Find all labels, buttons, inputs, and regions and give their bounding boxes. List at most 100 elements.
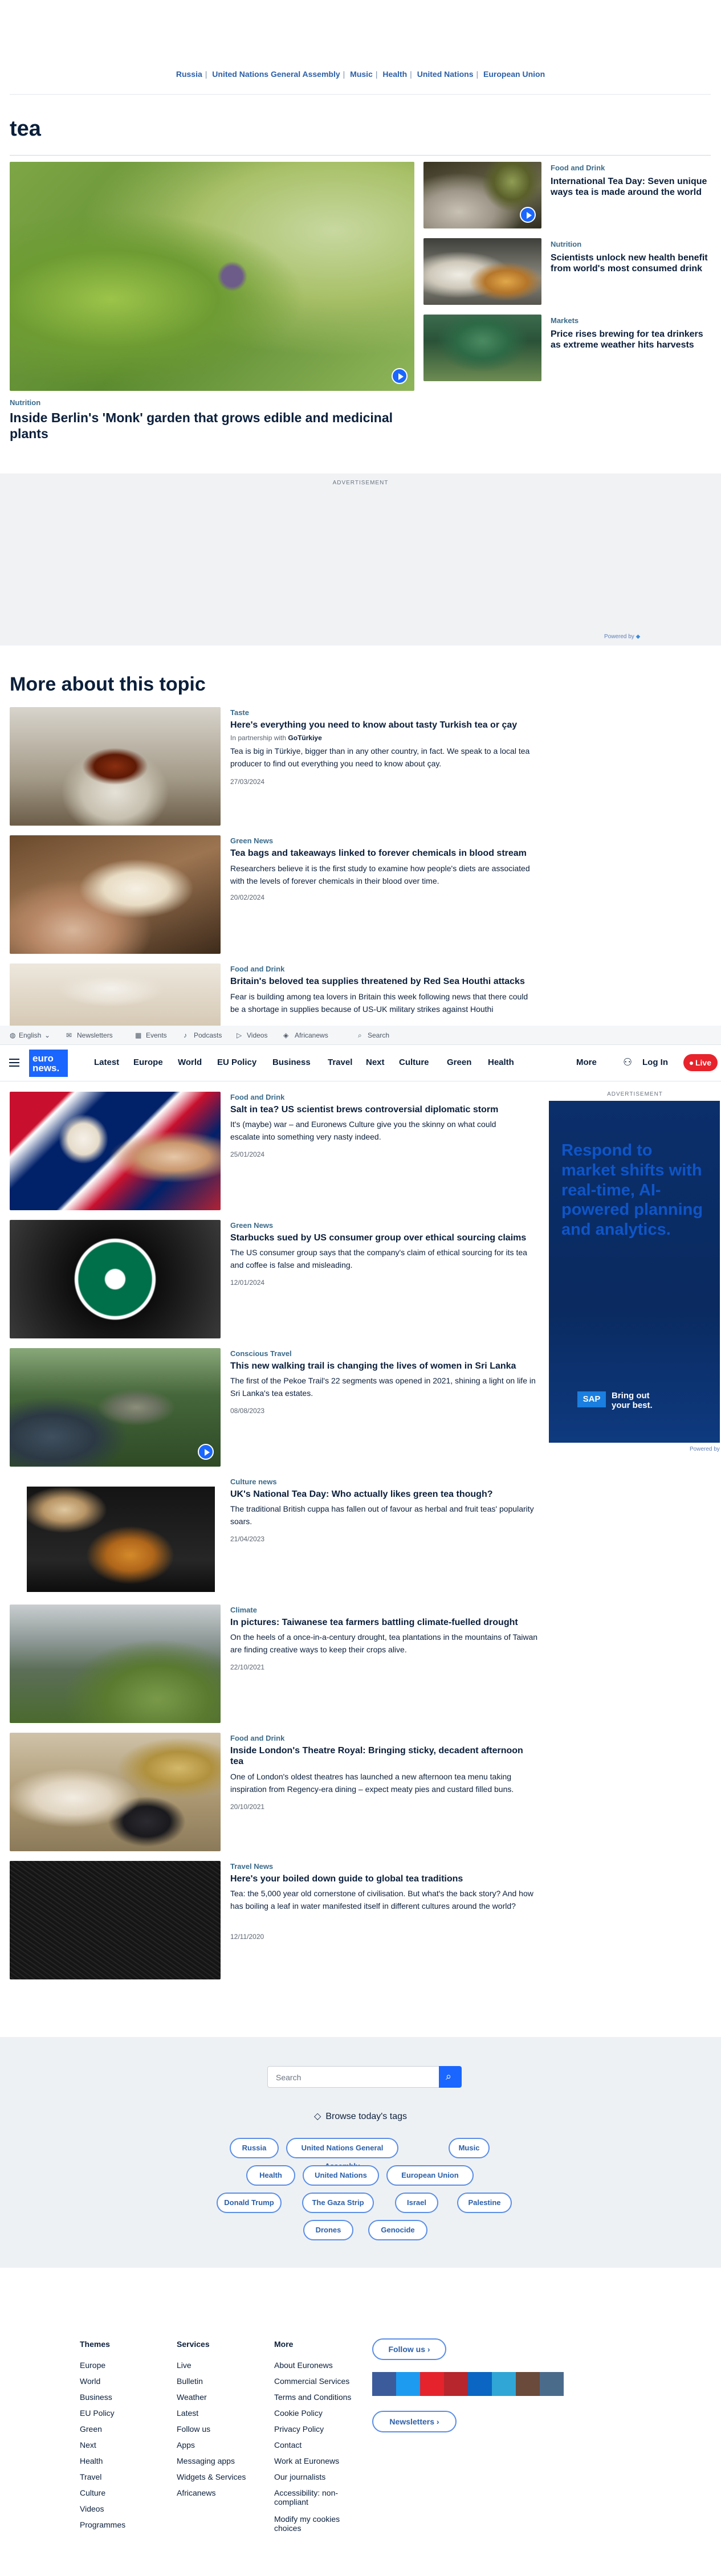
article-title[interactable]: Salt in tea? US scientist brews controve… [230,1104,538,1115]
footer-link[interactable]: Bulletin [177,2377,203,2386]
tag-pill[interactable]: United Nations [303,2165,379,2186]
hero-image[interactable] [10,162,414,391]
live-button[interactable]: Live [683,1054,718,1071]
nav-item[interactable]: Travel [328,1058,352,1067]
footer-link[interactable]: Our journalists [274,2472,325,2481]
footer-link[interactable]: Messaging apps [177,2456,235,2465]
tag-pill[interactable]: European Union [386,2165,474,2186]
social-icon[interactable] [516,2372,540,2396]
side-ad-banner[interactable]: Respond to market shifts with real-time,… [549,1101,720,1443]
article-image[interactable] [10,1861,221,1979]
social-icon[interactable] [492,2372,516,2396]
footer-link[interactable]: Culture [80,2488,105,2497]
hero-category[interactable]: Nutrition [10,398,40,407]
topic-link[interactable]: Music [350,70,373,79]
footer-link[interactable]: Health [80,2456,103,2465]
social-icon[interactable] [396,2372,420,2396]
article-image[interactable] [10,1476,221,1595]
tag-pill[interactable]: Genocide [368,2220,427,2240]
article-category[interactable]: Green News [230,836,273,845]
social-icon[interactable] [372,2372,396,2396]
article-category[interactable]: Culture news [230,1477,277,1486]
side-story-category[interactable]: Food and Drink [551,164,605,172]
side-story-image[interactable] [423,238,541,305]
side-story-image[interactable] [423,315,541,381]
menu-icon[interactable] [9,1059,19,1067]
article-category[interactable]: Travel News [230,1862,273,1871]
article-title[interactable]: Tea bags and takeaways linked to forever… [230,848,538,859]
follow-us-button[interactable]: Follow us › [372,2338,446,2360]
nav-item[interactable]: World [178,1058,202,1067]
search-button[interactable]: ⌕ [439,2066,462,2088]
tag-pill[interactable]: Russia [230,2138,279,2158]
footer-link[interactable]: Business [80,2393,112,2402]
article-category[interactable]: Food and Drink [230,965,284,973]
play-icon[interactable] [520,207,536,223]
topic-link[interactable]: United Nations [417,70,474,79]
article-category[interactable]: Taste [230,708,249,717]
tag-pill[interactable]: United Nations General Assembly [286,2138,398,2170]
footer-link[interactable]: EU Policy [80,2408,115,2418]
nav-item[interactable]: Green [447,1058,471,1067]
videos-link[interactable]: Videos [247,1031,267,1039]
footer-link[interactable]: Travel [80,2472,101,2481]
nav-item[interactable]: Latest [94,1058,119,1067]
social-icon[interactable] [468,2372,492,2396]
footer-link[interactable]: Videos [80,2504,104,2513]
tag-pill[interactable]: Palestine [457,2193,512,2213]
nav-item[interactable]: Culture [399,1058,429,1067]
side-story-title[interactable]: Scientists unlock new health benefit fro… [551,252,713,274]
play-icon[interactable] [392,368,408,384]
topic-link[interactable]: United Nations General Assembly [212,70,340,79]
side-story-title[interactable]: Price rises brewing for tea drinkers as … [551,329,713,350]
search-link[interactable]: Search [368,1031,389,1039]
footer-link[interactable]: Terms and Conditions [274,2393,351,2402]
side-story-category[interactable]: Markets [551,316,579,325]
footer-link[interactable]: Modify my cookies choices [274,2514,351,2533]
footer-link[interactable]: Contact [274,2440,302,2450]
article-image[interactable] [10,964,221,1026]
footer-link[interactable]: Commercial Services [274,2377,349,2386]
africanews-link[interactable]: Africanews [295,1031,328,1039]
footer-link[interactable]: Follow us [177,2424,210,2434]
side-story-category[interactable]: Nutrition [551,240,581,248]
tag-pill[interactable]: Drones [303,2220,353,2240]
footer-link[interactable]: Africanews [177,2488,215,2497]
newsletters-button[interactable]: Newsletters › [372,2411,457,2432]
article-title[interactable]: Here's your boiled down guide to global … [230,1873,538,1884]
euronews-logo[interactable]: euro news. [29,1050,68,1077]
nav-item[interactable]: Business [272,1058,311,1067]
nav-item[interactable]: Health [488,1058,514,1067]
footer-link[interactable]: Accessibility: non-compliant [274,2488,351,2506]
search-icon[interactable]: ⌕ [358,1031,362,1040]
article-category[interactable]: Food and Drink [230,1734,284,1742]
article-title[interactable]: UK's National Tea Day: Who actually like… [230,1489,538,1500]
language-selector[interactable]: English [19,1031,41,1039]
more-menu[interactable]: More [576,1058,597,1067]
footer-link[interactable]: Cookie Policy [274,2408,323,2418]
nav-item[interactable]: Next [366,1058,385,1067]
user-icon[interactable]: ⚇ [623,1056,632,1068]
topic-link[interactable]: Russia [176,70,202,79]
newsletters-link[interactable]: Newsletters [77,1031,113,1039]
side-story-title[interactable]: International Tea Day: Seven unique ways… [551,176,713,198]
article-image[interactable] [10,835,221,954]
tag-pill[interactable]: Israel [395,2193,438,2213]
article-image[interactable] [10,1733,221,1851]
footer-link[interactable]: Live [177,2361,192,2370]
social-icon[interactable] [540,2372,564,2396]
topic-link[interactable]: European Union [483,70,545,79]
social-icon[interactable] [444,2372,468,2396]
play-icon[interactable] [198,1444,214,1460]
footer-link[interactable]: Programmes [80,2520,125,2529]
nav-item[interactable]: EU Policy [217,1058,256,1067]
article-image[interactable] [10,1092,221,1210]
article-image[interactable] [10,1605,221,1723]
topic-link[interactable]: Health [382,70,407,79]
social-icon[interactable] [420,2372,444,2396]
tag-pill[interactable]: Donald Trump [217,2193,282,2213]
article-image[interactable] [10,1348,221,1467]
login-button[interactable]: Log In [642,1058,668,1067]
article-title[interactable]: Britain's beloved tea supplies threatene… [230,976,538,987]
tag-pill[interactable]: Health [246,2165,295,2186]
